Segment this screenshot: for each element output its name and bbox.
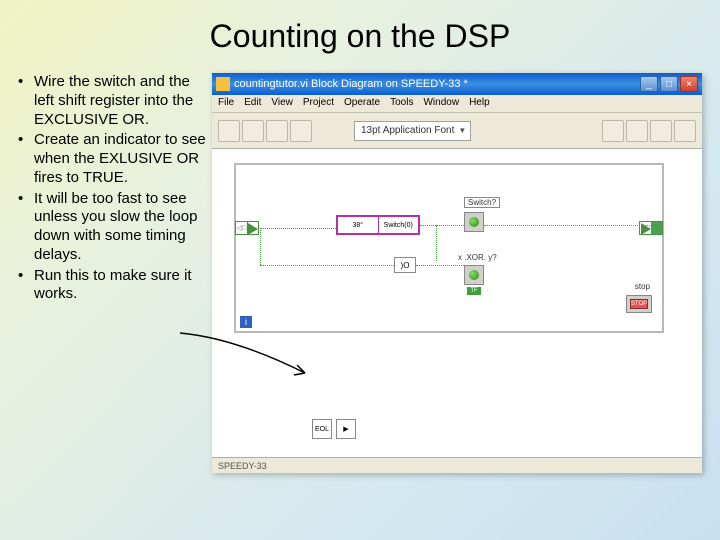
boolean-type-icon: TF (467, 287, 481, 295)
play-node[interactable]: ▶ (336, 419, 356, 439)
detached-nodes: EOL ▶ (312, 419, 356, 439)
menu-project[interactable]: Project (303, 97, 334, 110)
bullet-item: Create an indicator to see when the EXLU… (18, 131, 206, 187)
led-icon (469, 217, 479, 227)
run-button[interactable] (218, 120, 240, 142)
shift-register-left[interactable]: ◁□ (235, 221, 259, 235)
block-diagram[interactable]: ◁□ Switch? 38° Switch(0) )O x .XOR. y? (212, 149, 702, 459)
wire (260, 228, 336, 229)
slide-title: Counting on the DSP (0, 0, 720, 55)
xor-node[interactable]: )O (394, 257, 416, 273)
wire (420, 225, 464, 226)
wire (260, 228, 261, 265)
abort-button[interactable] (266, 120, 288, 142)
array-index-node[interactable]: EOL (312, 419, 332, 439)
bullet-list: Wire the switch and the left shift regis… (18, 73, 206, 473)
stop-button[interactable]: STOP (626, 295, 652, 313)
switch-label: Switch? (464, 197, 500, 208)
chevron-down-icon: ▼ (458, 126, 466, 135)
titlebar: countingtutor.vi Block Diagram on SPEEDY… (212, 73, 702, 95)
pause-button[interactable] (290, 120, 312, 142)
bullet-item: It will be too fast to see unless you sl… (18, 190, 206, 265)
wire (260, 265, 394, 266)
distribute-button[interactable] (626, 120, 648, 142)
statusbar: SPEEDY-33 (212, 457, 702, 473)
stop-button-label: STOP (630, 299, 648, 309)
xor-indicator[interactable]: TF (464, 265, 484, 291)
minimize-button[interactable]: _ (640, 76, 658, 92)
maximize-button[interactable]: □ (660, 76, 678, 92)
xor-output-label: x .XOR. y? (458, 253, 497, 262)
shift-register-right[interactable] (639, 221, 663, 235)
switch-indicator[interactable] (464, 212, 484, 238)
help-icon[interactable] (674, 120, 696, 142)
switch-terminal[interactable]: 38° Switch(0) (336, 215, 420, 235)
menu-tools[interactable]: Tools (390, 97, 413, 110)
window-title: countingtutor.vi Block Diagram on SPEEDY… (234, 78, 640, 90)
font-selector[interactable]: 13pt Application Font ▼ (354, 121, 471, 141)
font-label: 13pt Application Font (361, 125, 454, 136)
wire (416, 265, 464, 266)
align-button[interactable] (602, 120, 624, 142)
loop-condition-terminal[interactable]: i (240, 316, 252, 328)
led-icon (469, 270, 479, 280)
status-text: SPEEDY-33 (218, 461, 267, 471)
menu-help[interactable]: Help (469, 97, 490, 110)
toolbar: 13pt Application Font ▼ (212, 113, 702, 149)
menu-edit[interactable]: Edit (244, 97, 261, 110)
app-icon (216, 77, 230, 91)
labview-window: countingtutor.vi Block Diagram on SPEEDY… (212, 73, 702, 473)
menu-file[interactable]: File (218, 97, 234, 110)
while-loop[interactable]: ◁□ Switch? 38° Switch(0) )O x .XOR. y? (234, 163, 664, 333)
close-button[interactable]: × (680, 76, 698, 92)
menu-view[interactable]: View (271, 97, 293, 110)
menubar: File Edit View Project Operate Tools Win… (212, 95, 702, 113)
stop-label: stop (635, 282, 650, 291)
bullet-item: Wire the switch and the left shift regis… (18, 73, 206, 129)
switch-terminal-left: 38° (338, 217, 379, 233)
run-continuous-button[interactable] (242, 120, 264, 142)
bullet-item: Run this to make sure it works. (18, 267, 206, 305)
reorder-button[interactable] (650, 120, 672, 142)
wire (484, 225, 662, 226)
menu-window[interactable]: Window (423, 97, 459, 110)
switch-terminal-right: Switch(0) (379, 217, 419, 233)
wire (436, 225, 437, 261)
menu-operate[interactable]: Operate (344, 97, 380, 110)
